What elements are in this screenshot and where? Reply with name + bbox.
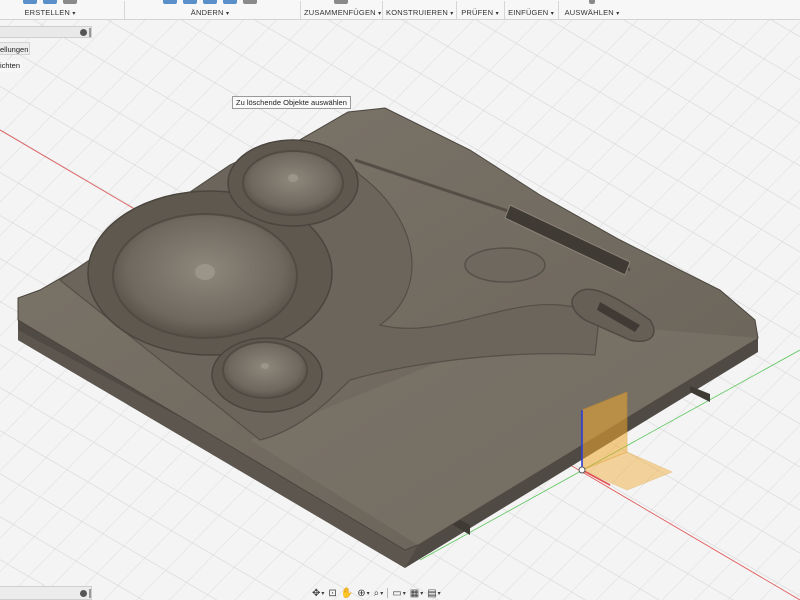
navigation-bar: ✥ ▾ ⊡ ✋ ⊕ ▾ ⌕ ▾ ▭ ▾ ▦ ▾ ▤ ▾ (312, 586, 441, 600)
viewport-canvas[interactable] (0, 20, 800, 600)
select-icon (589, 0, 595, 4)
browser-item-views[interactable]: ichten (0, 60, 22, 72)
extrude-icon (43, 0, 57, 4)
chevron-down-icon: ▾ (550, 11, 554, 17)
fillet-icon (183, 0, 197, 4)
browser-panel-header[interactable] (0, 26, 92, 38)
browser-item-label: ichten (0, 61, 21, 70)
move-icon (243, 0, 257, 4)
joint-icon (334, 0, 348, 4)
chevron-down-icon: ▾ (402, 590, 406, 597)
erstellen-label: ERSTELLEN (24, 8, 71, 17)
zoom-icon[interactable]: ⊕ ▾ (357, 588, 369, 599)
orbit-icon[interactable]: ✥ ▾ (312, 588, 324, 599)
toolbar-divider (124, 1, 125, 19)
pruefen-menu[interactable]: PRÜFEN ▾ (460, 0, 500, 20)
navbar-divider (387, 588, 389, 598)
chevron-down-icon: ▾ (225, 11, 230, 17)
erstellen-menu[interactable]: ERSTELLEN ▾ (20, 0, 80, 20)
create-icon (23, 0, 37, 4)
toolbar-divider (300, 1, 301, 19)
chevron-down-icon: ▾ (321, 590, 325, 597)
panel-grip-icon[interactable] (89, 589, 91, 598)
chevron-down-icon: ▾ (437, 590, 441, 597)
viewports-icon[interactable]: ▤ ▾ (427, 588, 440, 599)
chamfer-icon (203, 0, 217, 4)
chevron-down-icon: ▾ (495, 11, 499, 17)
toolbar-divider (504, 1, 505, 19)
toolbar-divider (558, 1, 559, 19)
toolbar-divider (382, 1, 383, 19)
shell-icon (223, 0, 237, 4)
look-at-icon[interactable]: ⊡ (328, 588, 336, 599)
einfuegen-menu[interactable]: EINFÜGEN ▾ (508, 0, 554, 20)
pruefen-label: PRÜFEN (461, 8, 494, 17)
einfuegen-label: EINFÜGEN (508, 8, 549, 17)
chevron-down-icon: ▾ (616, 11, 620, 17)
auswaehlen-label: AUSWÄHLEN (564, 8, 614, 17)
chevron-down-icon: ▾ (72, 11, 76, 17)
chevron-down-icon: ▾ (420, 590, 424, 597)
browser-item-settings[interactable]: ellungen (0, 42, 30, 55)
main-toolbar: ERSTELLEN ▾ ÄNDERN ▾ ZUSAMMENFÜGEN ▾ KON… (0, 0, 800, 20)
pan-icon[interactable]: ✋ (341, 588, 353, 599)
auswaehlen-menu[interactable]: AUSWÄHLEN ▾ (562, 0, 622, 20)
fit-icon[interactable]: ⌕ ▾ (374, 588, 384, 599)
browser-item-label: ellungen (0, 45, 29, 54)
aendern-menu[interactable]: ÄNDERN ▾ (130, 0, 290, 20)
toolbar-divider (456, 1, 457, 19)
konstruieren-label: KONSTRUIEREN (386, 8, 448, 17)
display-settings-icon[interactable]: ▭ ▾ (392, 588, 405, 599)
collapse-icon[interactable] (80, 29, 87, 36)
selection-tooltip: Zu löschende Objekte auswählen (232, 96, 351, 109)
konstruieren-menu[interactable]: KONSTRUIEREN ▾ (386, 0, 454, 20)
aendern-label: ÄNDERN (190, 8, 224, 17)
press-pull-icon (163, 0, 177, 4)
chevron-down-icon: ▾ (378, 11, 382, 17)
chevron-down-icon: ▾ (380, 590, 384, 597)
chevron-down-icon: ▾ (450, 11, 454, 17)
origin-point[interactable] (578, 466, 586, 474)
zusammenfuegen-menu[interactable]: ZUSAMMENFÜGEN ▾ (304, 0, 382, 20)
collapse-icon[interactable] (80, 590, 87, 597)
grid-settings-icon[interactable]: ▦ ▾ (410, 588, 423, 599)
panel-grip-icon[interactable] (89, 28, 91, 37)
sketch-icon (63, 0, 77, 4)
comments-panel-header[interactable] (0, 586, 92, 600)
zusammenfuegen-label: ZUSAMMENFÜGEN (304, 8, 376, 17)
chevron-down-icon: ▾ (366, 590, 370, 597)
